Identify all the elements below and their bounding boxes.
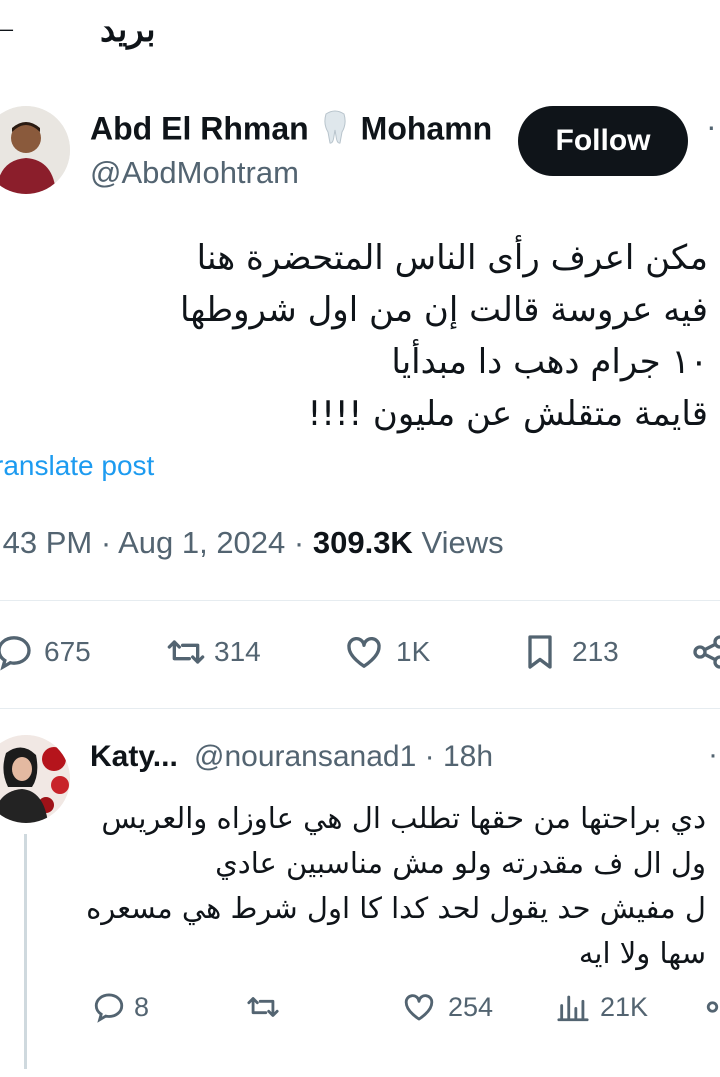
- tweet-line: مكن اعرف رأى الناس المتحضرة هنا: [196, 238, 708, 278]
- reply-icon: [0, 636, 31, 671]
- reply-time[interactable]: · 18h: [425, 740, 493, 773]
- repost-count: 314: [214, 636, 261, 667]
- reply-actions: 8 254 21K: [0, 990, 720, 1034]
- more-options-icon[interactable]: ·: [706, 108, 717, 145]
- share-button[interactable]: [690, 632, 720, 672]
- share-icon: [693, 635, 720, 669]
- reply-handle[interactable]: @nouransanad1: [194, 740, 416, 773]
- reply-button[interactable]: 675: [0, 632, 91, 672]
- tooth-icon: [323, 110, 347, 152]
- reply-views-button[interactable]: 21K: [556, 990, 648, 1024]
- tweet-text: مكن اعرف رأى الناس المتحضرة هنا فيه عروس…: [180, 232, 708, 440]
- tweet-date[interactable]: Aug 1, 2024: [118, 525, 285, 560]
- reply-handle-line: @nouransanad1 · 18h: [194, 740, 493, 774]
- bookmark-count: 213: [572, 636, 619, 667]
- analytics-icon: [557, 995, 589, 1022]
- reply-repost-button[interactable]: [246, 990, 280, 1024]
- reply-reply-button[interactable]: 8: [92, 990, 149, 1024]
- repost-icon: [167, 640, 205, 664]
- back-arrow-icon[interactable]: ←: [0, 8, 20, 42]
- tweet-actions: 675 314 1K 213: [0, 632, 720, 682]
- reply-avatar[interactable]: [0, 735, 70, 823]
- follow-button[interactable]: Follow: [518, 106, 688, 176]
- reply-views-count: 21K: [600, 991, 649, 1022]
- views-count: 309.3K: [312, 525, 413, 560]
- author-avatar[interactable]: [0, 106, 70, 194]
- reply-author-name[interactable]: Katy...: [90, 740, 178, 774]
- author-name-text: Abd El Rhman: [90, 110, 309, 147]
- tweet-time[interactable]: :43 PM: [0, 525, 92, 560]
- reply-like-count: 254: [448, 991, 494, 1022]
- bookmark-icon: [528, 635, 552, 669]
- header-title: بريد: [100, 11, 156, 49]
- bookmark-button[interactable]: 213: [520, 632, 619, 672]
- reply-reply-count: 8: [134, 991, 150, 1022]
- reply-icon: [94, 993, 124, 1023]
- reply-text: دي براحتها من حقها تطلب ال هي عاوزاه وال…: [86, 796, 706, 976]
- repost-icon: [247, 997, 279, 1017]
- tweet-line: قايمة متقلش عن مليون !!!!: [307, 394, 708, 434]
- reply-count: 675: [44, 636, 91, 667]
- tweet-meta: :43 PM · Aug 1, 2024 · 309.3K Views: [0, 525, 504, 561]
- share-icon: [706, 1001, 719, 1013]
- translate-post-link[interactable]: ranslate post: [0, 450, 154, 482]
- heart-icon: [347, 636, 381, 668]
- reply-line: سها ولا ايه: [578, 936, 706, 970]
- views-label: Views: [421, 525, 504, 560]
- meta-separator: ·: [100, 525, 112, 560]
- tweet-line: فيه عروسة قالت إن من اول شروطها: [180, 290, 708, 330]
- like-count: 1K: [396, 636, 431, 667]
- reply-line: ول ال ف مقدرته ولو مش مناسبين عادي: [215, 846, 706, 880]
- divider: [0, 600, 720, 601]
- author-handle[interactable]: @AbdMohtram: [90, 155, 299, 191]
- like-button[interactable]: 1K: [344, 632, 430, 672]
- heart-icon: [404, 994, 434, 1021]
- reply-share-button[interactable]: [704, 990, 720, 1024]
- reply-line: ل مفيش حد يقول لحد كدا كا اول شرط هي مسع…: [86, 891, 706, 925]
- tweet-line: ١٠ جرام دهب دا مبدأيا: [391, 342, 708, 382]
- reply-like-button[interactable]: 254: [402, 990, 493, 1024]
- reply-more-options-icon[interactable]: ·: [708, 738, 718, 772]
- author-name-suffix: Mohamn: [360, 110, 493, 147]
- reply-line: دي براحتها من حقها تطلب ال هي عاوزاه وال…: [101, 801, 706, 835]
- repost-button[interactable]: 314: [166, 632, 261, 672]
- author-name[interactable]: Abd El Rhman Mohamn: [90, 110, 502, 152]
- divider: [0, 708, 720, 709]
- meta-separator: ·: [293, 525, 305, 560]
